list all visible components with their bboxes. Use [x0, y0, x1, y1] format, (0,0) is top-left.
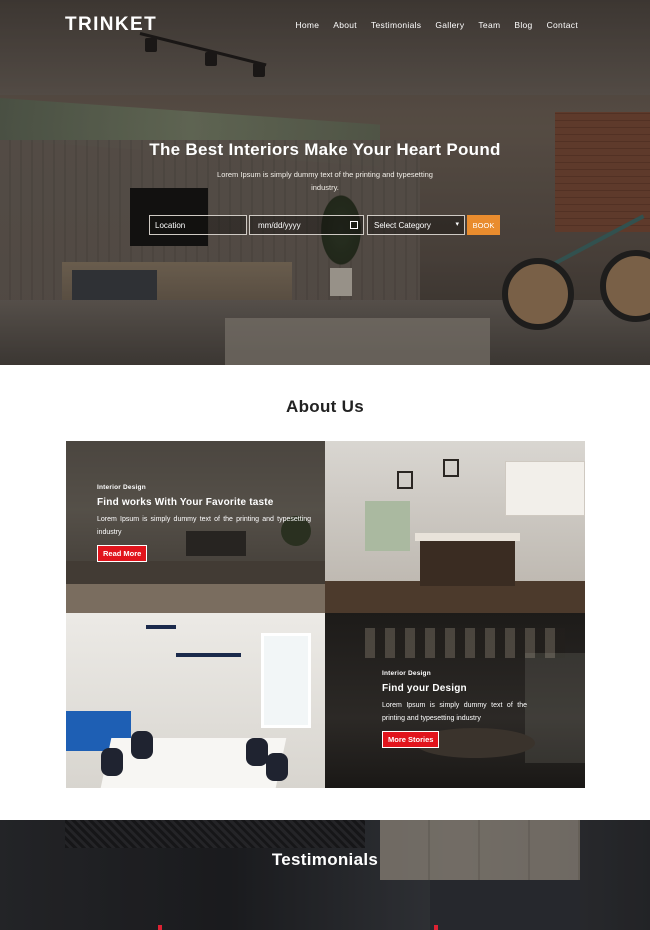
- testimonial-avatar-marker: [434, 925, 438, 930]
- testimonials-title: Testimonials: [271, 850, 379, 869]
- tile-text: Lorem Ipsum is simply dummy text of the …: [382, 702, 527, 722]
- hero-title: The Best Interiors Make Your Heart Pound: [149, 140, 501, 159]
- hero-subtitle: Lorem Ipsum is simply dummy text of the …: [217, 170, 433, 192]
- site-logo[interactable]: TRINKET: [65, 14, 157, 36]
- dropdown-arrow-icon: ▾: [455, 221, 459, 228]
- tile-bg-cabinets: [505, 461, 585, 516]
- main-menu: Home About Testimonials Gallery Team Blo…: [295, 20, 578, 30]
- menu-item-testimonials[interactable]: Testimonials: [371, 20, 421, 30]
- book-button[interactable]: BOOK: [467, 215, 500, 235]
- tile-bg-chair: [246, 738, 268, 766]
- menu-item-contact[interactable]: Contact: [547, 20, 578, 30]
- about-tile-conference: Interior Design Find your Design Lorem I…: [325, 613, 585, 788]
- calendar-icon[interactable]: [350, 221, 358, 229]
- testimonials-overlay: [0, 820, 650, 930]
- testimonial-avatar-marker: [158, 925, 162, 930]
- tile-text: Lorem Ipsum is simply dummy text of the …: [97, 516, 311, 536]
- testimonials-section: Testimonials: [0, 820, 650, 930]
- date-placeholder: mm/dd/yyyy: [258, 221, 301, 230]
- tile-caption: Interior Design Find works With Your Fav…: [97, 484, 311, 562]
- more-stories-button[interactable]: More Stories: [382, 731, 440, 748]
- top-navigation: TRINKET Home About Testimonials Gallery …: [0, 0, 650, 50]
- category-select[interactable]: Select Category ▾: [367, 215, 465, 235]
- category-selected-value: Select Category: [374, 221, 431, 230]
- tile-heading: Find your Design: [382, 683, 467, 694]
- location-placeholder: Location: [155, 221, 186, 230]
- pendant-lamp-icon: [397, 471, 413, 489]
- tile-heading: Find works With Your Favorite taste: [97, 497, 274, 508]
- tile-tag: Interior Design: [97, 484, 146, 491]
- tile-bg-window: [365, 501, 410, 551]
- about-tile-meeting-room: [66, 613, 325, 788]
- menu-item-blog[interactable]: Blog: [514, 20, 532, 30]
- tile-bg-chair: [101, 748, 123, 776]
- about-grid: Interior Design Find works With Your Fav…: [66, 441, 585, 788]
- hero-banner: TRINKET Home About Testimonials Gallery …: [0, 0, 650, 365]
- menu-item-about[interactable]: About: [333, 20, 357, 30]
- read-more-button[interactable]: Read More: [97, 545, 148, 562]
- tile-bg-glass-wall: [525, 653, 585, 763]
- menu-item-team[interactable]: Team: [478, 20, 500, 30]
- menu-item-gallery[interactable]: Gallery: [435, 20, 464, 30]
- tile-tag: Interior Design: [382, 670, 431, 677]
- location-input[interactable]: Location: [149, 215, 247, 235]
- tile-bg-light-bar: [146, 625, 176, 629]
- tile-bg-chair: [266, 753, 288, 781]
- tile-bg-island: [420, 536, 515, 586]
- about-section-title: About Us: [286, 397, 364, 416]
- about-tile-kitchen: [325, 441, 585, 613]
- tile-bg-countertop: [415, 533, 520, 541]
- menu-item-home[interactable]: Home: [295, 20, 319, 30]
- about-tile-living-room: Interior Design Find works With Your Fav…: [66, 441, 325, 613]
- tile-bg-light-bar: [176, 653, 241, 657]
- tile-bg-window: [261, 633, 311, 728]
- pendant-lamp-icon: [443, 459, 459, 477]
- tile-caption: Interior Design Find your Design Lorem I…: [382, 670, 527, 748]
- date-input[interactable]: mm/dd/yyyy: [249, 215, 364, 235]
- tile-bg-chair: [131, 731, 153, 759]
